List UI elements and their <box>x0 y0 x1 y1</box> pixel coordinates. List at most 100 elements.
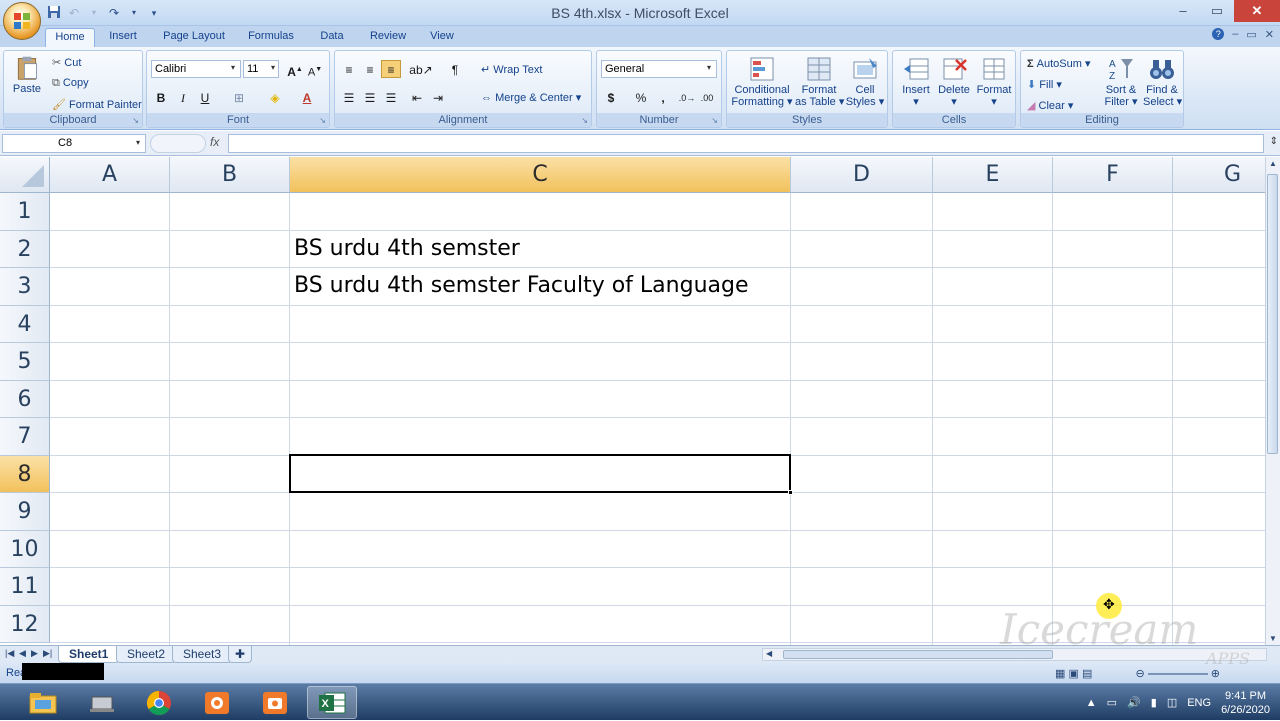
clipboard-launcher-icon[interactable]: ↘ <box>132 116 139 125</box>
volume-icon[interactable]: 🔊 <box>1127 696 1141 709</box>
close-button[interactable]: ✕ <box>1234 0 1280 22</box>
doc-minimize-button[interactable]: – <box>1232 28 1238 41</box>
file-explorer-icon[interactable] <box>18 686 68 719</box>
vertical-scroll-thumb[interactable] <box>1267 174 1278 454</box>
format-cells-button[interactable]: Format ▾ <box>975 56 1013 108</box>
cell-c2[interactable]: BS urdu 4th semster <box>294 236 520 261</box>
minimize-button[interactable]: – <box>1166 0 1200 22</box>
column-header-a[interactable]: A <box>50 157 170 193</box>
italic-button[interactable]: I <box>173 88 193 106</box>
formula-input[interactable] <box>228 134 1264 153</box>
font-size-dropdown-icon[interactable]: ▾ <box>271 63 275 72</box>
screen-recorder-icon[interactable] <box>250 686 300 719</box>
currency-button[interactable]: $ <box>601 88 621 106</box>
cell-c3[interactable]: BS urdu 4th semster Faculty of Language <box>294 273 749 298</box>
battery-icon[interactable]: ▭ <box>1107 696 1117 709</box>
borders-icon[interactable]: ⊞ <box>229 88 249 106</box>
sheet-tab-sheet2[interactable]: Sheet2 <box>116 646 177 663</box>
row-header-3[interactable]: 3 <box>0 268 50 306</box>
sheet-tab-sheet1[interactable]: Sheet1 <box>58 646 120 663</box>
row-header-7[interactable]: 7 <box>0 418 50 456</box>
row-header-2[interactable]: 2 <box>0 230 50 268</box>
action-center-icon[interactable]: ◫ <box>1167 696 1177 709</box>
increase-decimal-icon[interactable]: .0→ <box>677 88 697 106</box>
select-all-button[interactable] <box>0 157 50 193</box>
network-icon[interactable]: ▮ <box>1151 696 1157 709</box>
language-indicator[interactable]: ENG <box>1187 697 1211 709</box>
align-top-icon[interactable]: ≡ <box>339 60 359 78</box>
name-box-dropdown-icon[interactable]: ▾ <box>136 138 140 147</box>
row-header-10[interactable]: 10 <box>0 530 50 568</box>
column-header-e[interactable]: E <box>933 157 1053 193</box>
help-icon[interactable]: ? <box>1212 28 1225 40</box>
insert-function-icon[interactable]: fx <box>210 135 219 149</box>
column-header-b[interactable]: B <box>170 157 290 193</box>
tab-page-layout[interactable]: Page Layout <box>156 28 232 47</box>
expand-formula-icon[interactable]: ⇕ <box>1270 136 1278 147</box>
spreadsheet-grid[interactable]: A B C D E F G 1 2 3 4 5 6 7 8 9 10 11 12 BS urdu 4t… <box>0 157 1265 645</box>
tab-data[interactable]: Data <box>312 28 352 47</box>
autosum-button[interactable]: Σ AutoSum ▾ <box>1027 57 1091 70</box>
cell-styles-button[interactable]: Cell Styles ▾ <box>845 56 885 108</box>
percent-button[interactable]: % <box>631 88 651 106</box>
align-bottom-icon[interactable]: ≡ <box>381 60 401 78</box>
font-launcher-icon[interactable]: ↘ <box>319 116 326 125</box>
find-select-button[interactable]: Find & Select ▾ <box>1143 56 1182 108</box>
clear-button[interactable]: ◢ Clear ▾ <box>1027 99 1073 112</box>
fill-color-icon[interactable]: ◈ <box>265 88 285 106</box>
increase-indent-icon[interactable]: ⇥ <box>428 88 448 106</box>
last-sheet-icon[interactable]: ▶| <box>43 648 52 659</box>
presentation-app-icon[interactable] <box>192 686 242 719</box>
align-left-icon[interactable]: ☰ <box>339 88 359 106</box>
fill-button[interactable]: ⬇ Fill ▾ <box>1027 78 1062 91</box>
clock[interactable]: 9:41 PM 6/26/2020 <box>1221 689 1270 717</box>
wrap-text-button[interactable]: ↵ Wrap Text <box>481 63 542 76</box>
prev-sheet-icon[interactable]: ◀ <box>19 648 26 659</box>
row-header-1[interactable]: 1 <box>0 193 50 231</box>
sort-filter-button[interactable]: AZ Sort & Filter ▾ <box>1103 56 1139 108</box>
network-drive-icon[interactable] <box>77 686 127 719</box>
office-button[interactable] <box>3 2 41 40</box>
bold-button[interactable]: B <box>151 88 171 106</box>
font-name-dropdown-icon[interactable]: ▾ <box>231 63 235 72</box>
column-header-d[interactable]: D <box>791 157 933 193</box>
text-direction-icon[interactable]: ¶ <box>441 60 469 78</box>
column-header-f[interactable]: F <box>1053 157 1173 193</box>
row-header-4[interactable]: 4 <box>0 305 50 343</box>
merge-center-button[interactable]: ⇔ Merge & Center ▾ <box>481 91 581 104</box>
format-as-table-button[interactable]: Format as Table ▾ <box>795 56 844 108</box>
align-middle-icon[interactable]: ≡ <box>360 60 380 78</box>
underline-button[interactable]: U <box>195 88 215 106</box>
number-launcher-icon[interactable]: ↘ <box>711 116 718 125</box>
fill-handle[interactable] <box>788 490 793 495</box>
tab-insert[interactable]: Insert <box>100 28 146 47</box>
column-header-c[interactable]: C <box>290 157 791 193</box>
decrease-indent-icon[interactable]: ⇤ <box>407 88 427 106</box>
next-sheet-icon[interactable]: ▶ <box>31 648 38 659</box>
scroll-up-icon[interactable]: ▲ <box>1269 159 1277 168</box>
row-header-8[interactable]: 8 <box>0 455 50 493</box>
doc-restore-button[interactable]: ▭ <box>1246 28 1256 41</box>
scroll-down-icon[interactable]: ▼ <box>1269 634 1277 643</box>
scroll-left-icon[interactable]: ◀ <box>766 649 772 658</box>
conditional-formatting-button[interactable]: Conditional Formatting ▾ <box>731 56 793 108</box>
decrease-decimal-icon[interactable]: .00 <box>697 88 717 106</box>
tab-review[interactable]: Review <box>364 28 412 47</box>
paste-button[interactable]: Paste <box>8 55 46 95</box>
comma-button[interactable]: , <box>653 88 673 106</box>
doc-close-button[interactable]: ✕ <box>1265 28 1274 41</box>
insert-cells-button[interactable]: Insert ▾ <box>897 56 935 108</box>
active-cell-c8[interactable] <box>289 454 793 495</box>
show-hidden-icons[interactable]: ▲ <box>1086 697 1097 709</box>
tab-view[interactable]: View <box>422 28 462 47</box>
copy-button[interactable]: ⧉ Copy <box>52 77 89 90</box>
row-header-12[interactable]: 12 <box>0 605 50 643</box>
number-format-select[interactable]: General <box>601 60 717 78</box>
row-header-11[interactable]: 11 <box>0 568 50 606</box>
format-painter-button[interactable]: 🖌 Format Painter <box>52 98 142 111</box>
orientation-icon[interactable]: ab↗ <box>407 60 435 78</box>
excel-taskbar-icon[interactable]: X <box>307 686 357 719</box>
align-right-icon[interactable]: ☰ <box>381 88 401 106</box>
alignment-launcher-icon[interactable]: ↘ <box>581 116 588 125</box>
grow-font-icon[interactable]: A▲ <box>285 60 305 79</box>
